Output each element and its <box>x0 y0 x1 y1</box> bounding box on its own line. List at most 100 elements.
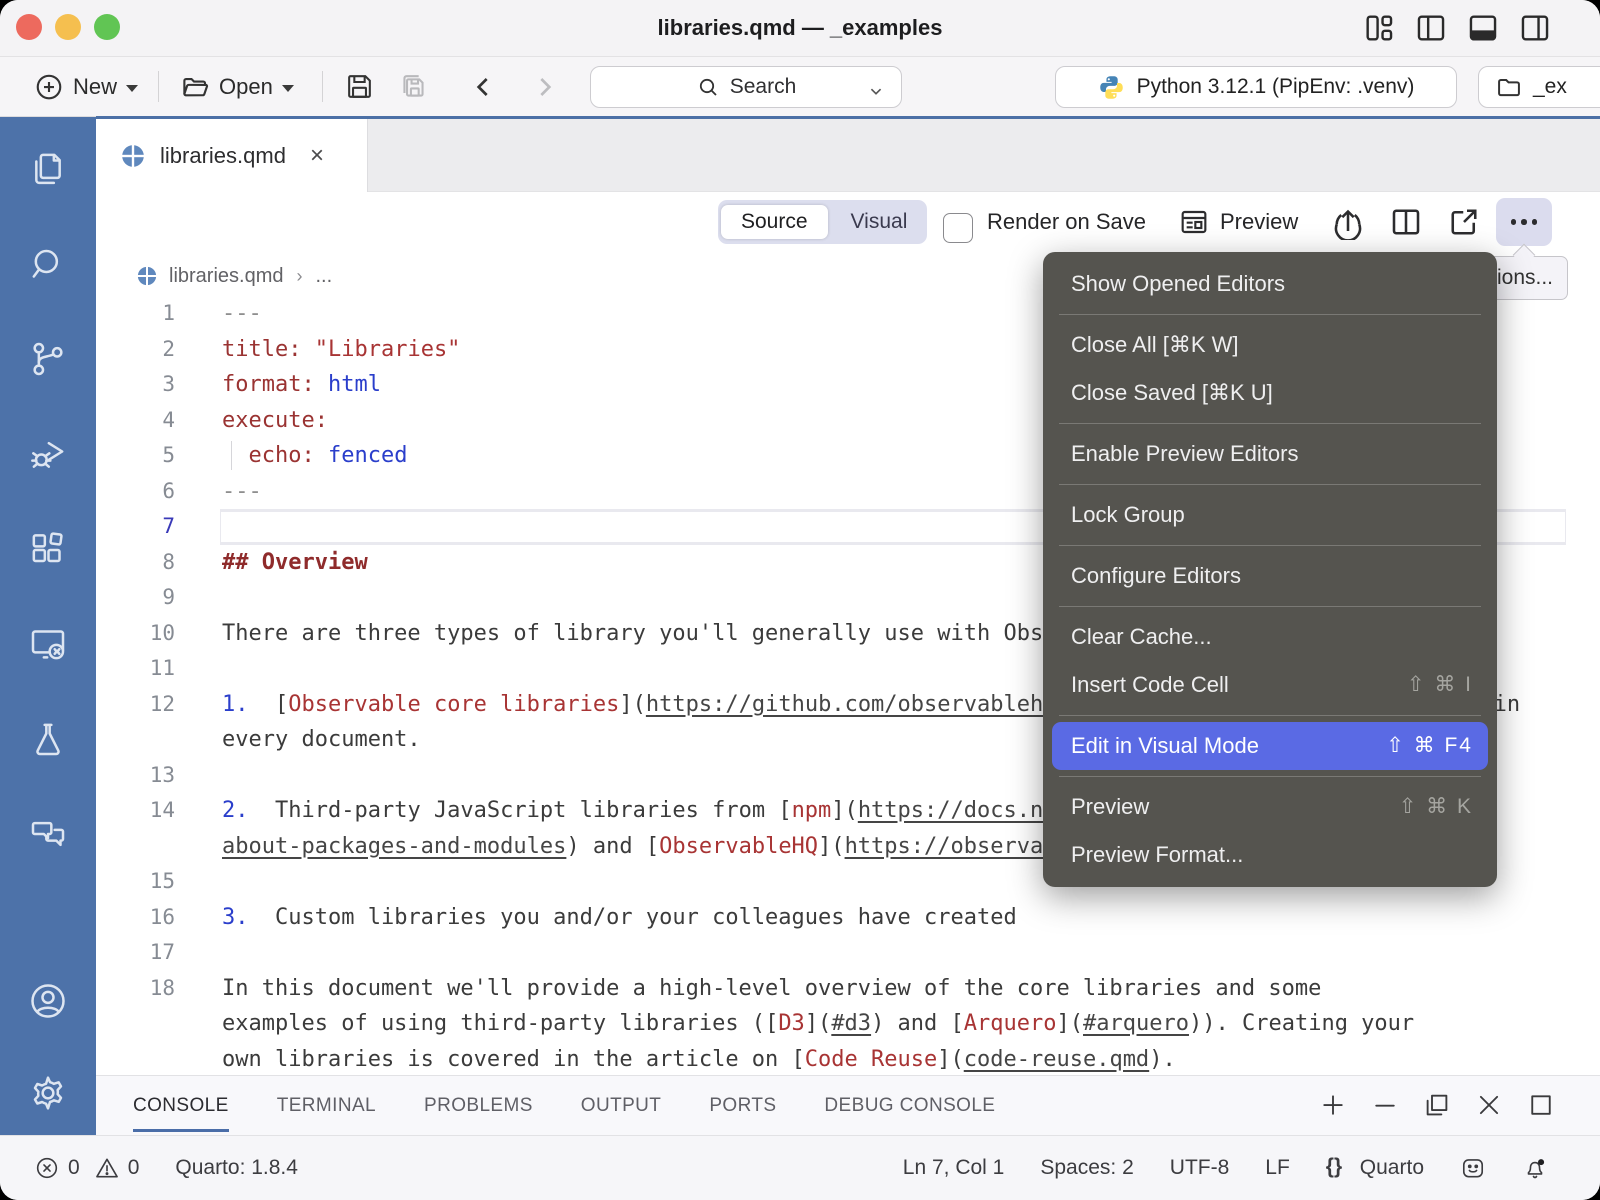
code-line-wrap[interactable]: own libraries is covered in the article … <box>96 1042 1600 1076</box>
navigate-forward-button[interactable] <box>528 57 560 116</box>
menu-item-clear-cache[interactable]: Clear Cache... <box>1043 613 1497 661</box>
settings-icon[interactable] <box>26 1071 70 1115</box>
panel-restore-icon[interactable] <box>1422 1090 1452 1120</box>
status-lf[interactable]: LF <box>1265 1156 1290 1180</box>
code-text: every document. <box>222 722 421 758</box>
breadcrumb-file[interactable]: libraries.qmd <box>169 265 283 288</box>
render-on-save-checkbox[interactable] <box>943 213 973 243</box>
testing-icon[interactable] <box>26 717 70 761</box>
interpreter-label: Python 3.12.1 (PipEnv: .venv) <box>1137 75 1415 99</box>
status-utf-8[interactable]: UTF-8 <box>1170 1156 1230 1180</box>
line-number: 18 <box>96 971 175 1007</box>
save-button[interactable] <box>344 57 375 116</box>
status-text: Ln 7, Col 1 <box>903 1156 1005 1180</box>
account-icon[interactable] <box>26 979 70 1023</box>
line-number: 8 <box>96 545 175 581</box>
quarto-file-icon <box>136 265 158 287</box>
status-quarto[interactable]: {}Quarto <box>1326 1155 1424 1181</box>
menu-item-configure-editors[interactable]: Configure Editors <box>1043 552 1497 600</box>
status-spaces-2[interactable]: Spaces: 2 <box>1040 1156 1133 1180</box>
chevron-left-icon <box>468 71 500 103</box>
preview-button[interactable]: Preview <box>1178 200 1298 244</box>
status-bell-dot[interactable] <box>1522 1155 1548 1181</box>
source-control-icon[interactable] <box>26 337 70 381</box>
panel-add-icon[interactable] <box>1318 1090 1348 1120</box>
toggle-panel-icon[interactable] <box>1466 11 1500 45</box>
line-number: 11 <box>96 651 175 687</box>
render-document-button[interactable] <box>1330 204 1366 240</box>
main-toolbar: New Open Search Python 3.12.1 (P <box>0 57 1600 117</box>
preview-label: Preview <box>1220 209 1298 235</box>
customize-layout-icon[interactable] <box>1362 11 1396 45</box>
line-number: 12 <box>96 687 175 723</box>
status-0[interactable]: 0 <box>94 1155 140 1181</box>
bell-dot-icon <box>1522 1155 1548 1181</box>
panel-tab-output[interactable]: OUTPUT <box>581 1076 662 1135</box>
panel-tab-debug-console[interactable]: DEBUG CONSOLE <box>824 1076 995 1135</box>
breadcrumb-more[interactable]: ... <box>315 265 332 288</box>
search-label: Search <box>730 75 797 99</box>
panel-maximize-icon[interactable] <box>1526 1090 1556 1120</box>
workspace-selector[interactable]: _ex <box>1478 66 1600 108</box>
breadcrumb[interactable]: libraries.qmd › ... <box>136 257 332 295</box>
menu-item-insert-code-cell[interactable]: Insert Code Cell⇧ ⌘ I <box>1043 661 1497 709</box>
status-feedback[interactable] <box>1460 1155 1486 1181</box>
code-line-wrap[interactable]: examples of using third-party libraries … <box>96 1006 1600 1042</box>
run-debug-icon[interactable] <box>26 432 70 476</box>
menu-item-lock-group[interactable]: Lock Group <box>1043 491 1497 539</box>
panel-tab-problems[interactable]: PROBLEMS <box>424 1076 533 1135</box>
code-text: In this document we'll provide a high-le… <box>222 971 1321 1007</box>
source-visual-toggle: Source Visual <box>718 200 927 244</box>
line-number: 10 <box>96 616 175 652</box>
status-0[interactable]: 0 <box>34 1155 80 1181</box>
panel-tab-ports[interactable]: PORTS <box>709 1076 776 1135</box>
code-line-18[interactable]: 18 In this document we'll provide a high-… <box>96 971 1600 1007</box>
more-actions-button[interactable] <box>1496 198 1552 246</box>
new-button[interactable]: New <box>34 57 138 116</box>
toggle-secondary-sidebar-icon[interactable] <box>1518 11 1552 45</box>
code-text: title: "Libraries" <box>222 332 460 368</box>
code-line-16[interactable]: 163. Custom libraries you and/or your co… <box>96 900 1600 936</box>
line-number: 13 <box>96 758 175 794</box>
status-quarto-1-8-4[interactable]: Quarto: 1.8.4 <box>175 1156 298 1180</box>
menu-item-show-opened-editors[interactable]: Show Opened Editors <box>1043 260 1497 308</box>
split-editor-button[interactable] <box>1388 204 1424 240</box>
status-ln-7-col-1[interactable]: Ln 7, Col 1 <box>903 1156 1005 1180</box>
comments-icon[interactable] <box>26 812 70 856</box>
line-number: 17 <box>96 935 175 971</box>
save-all-icon <box>398 71 429 102</box>
interpreter-selector[interactable]: Python 3.12.1 (PipEnv: .venv) <box>1055 66 1457 108</box>
search-input[interactable]: Search <box>590 66 902 108</box>
window-title: libraries.qmd — _examples <box>0 0 1600 56</box>
chevron-down-icon <box>282 85 294 92</box>
open-button[interactable]: Open <box>180 57 294 116</box>
code-text: --- <box>222 474 262 510</box>
source-mode-button[interactable]: Source <box>721 205 828 239</box>
panel-close-icon[interactable] <box>1474 1090 1504 1120</box>
search-icon[interactable] <box>26 242 70 286</box>
visual-mode-button[interactable]: Visual <box>831 205 928 239</box>
menu-item-preview-format[interactable]: Preview Format... <box>1043 831 1497 879</box>
menu-separator <box>1059 606 1481 607</box>
menu-item-preview[interactable]: Preview⇧ ⌘ K <box>1043 783 1497 831</box>
navigate-back-button[interactable] <box>468 57 500 116</box>
tab-close-icon[interactable]: × <box>310 144 324 168</box>
save-all-button[interactable] <box>398 57 429 116</box>
titlebar: libraries.qmd — _examples <box>0 0 1600 57</box>
menu-item-label: Close All [⌘K W] <box>1071 321 1238 369</box>
extensions-icon[interactable] <box>26 527 70 571</box>
menu-item-close-all-k-w[interactable]: Close All [⌘K W] <box>1043 321 1497 369</box>
menu-item-edit-in-visual-mode[interactable]: Edit in Visual Mode⇧ ⌘ F4 <box>1052 722 1488 770</box>
tab-libraries-qmd[interactable]: libraries.qmd × <box>96 119 368 192</box>
panel-tab-console[interactable]: CONSOLE <box>133 1076 229 1135</box>
menu-item-enable-preview-editors[interactable]: Enable Preview Editors <box>1043 430 1497 478</box>
menu-item-close-saved-k-u[interactable]: Close Saved [⌘K U] <box>1043 369 1497 417</box>
toggle-primary-sidebar-icon[interactable] <box>1414 11 1448 45</box>
panel-tab-terminal[interactable]: TERMINAL <box>277 1076 376 1135</box>
menu-item-label: Enable Preview Editors <box>1071 430 1298 478</box>
code-line-17[interactable]: 17 <box>96 935 1600 971</box>
explorer-icon[interactable] <box>26 147 70 191</box>
remote-console-icon[interactable] <box>26 622 70 666</box>
open-in-new-window-button[interactable] <box>1446 204 1482 240</box>
panel-minimize-icon[interactable] <box>1370 1090 1400 1120</box>
